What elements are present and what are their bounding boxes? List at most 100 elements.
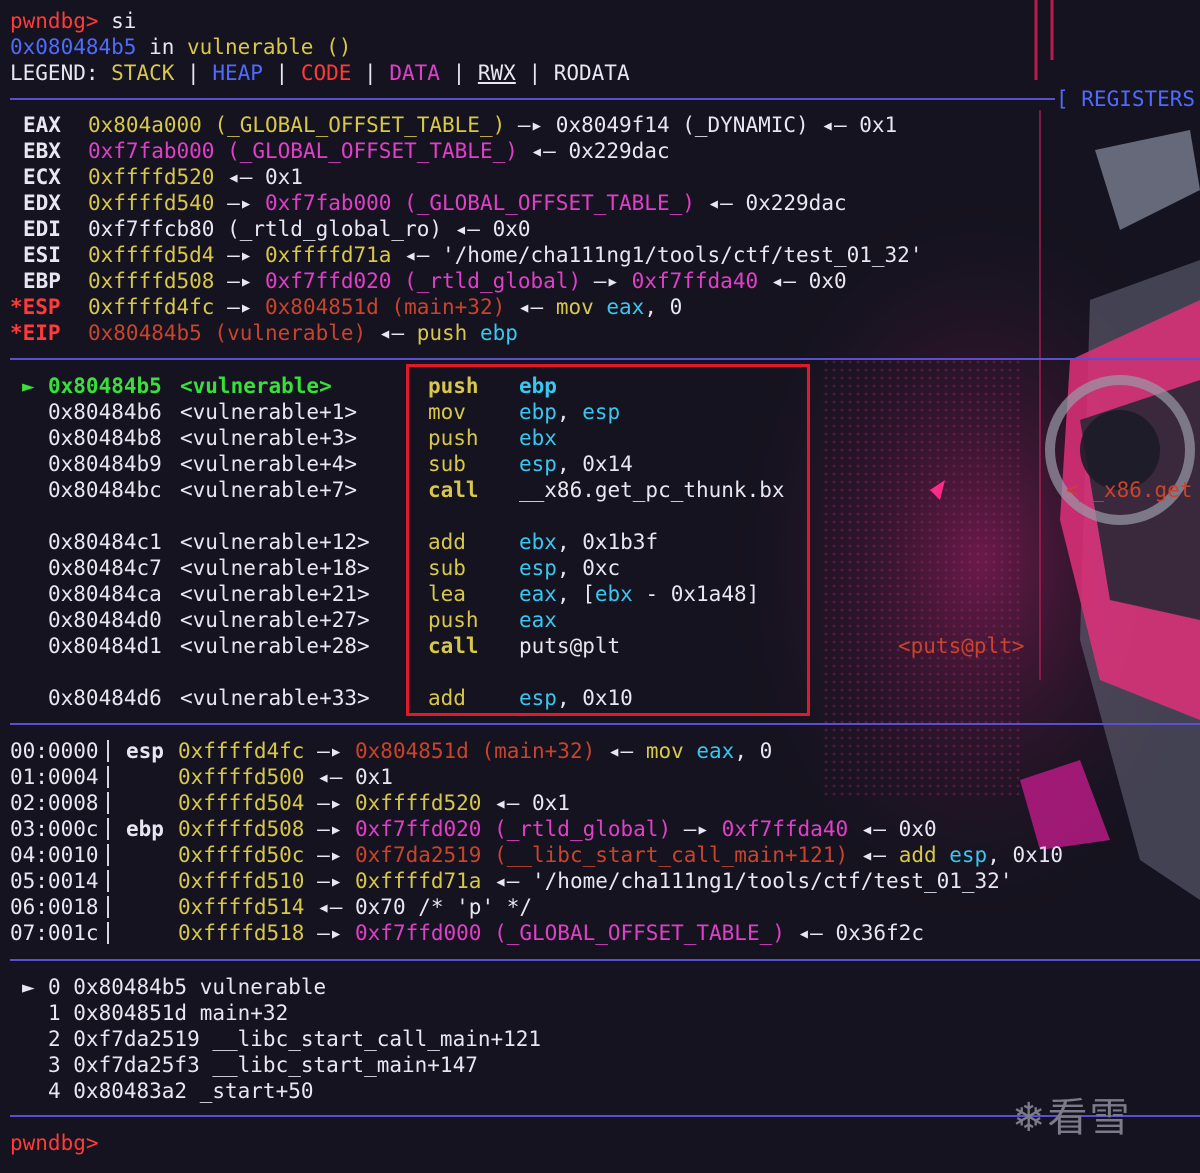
backtrace-frame: 3 0xf7da25f3 __libc_start_main+147 [48,1053,478,1077]
stack-index: 01:0004 [10,765,99,789]
backtrace-row: ► 0 0x80484b5 vulnerable [10,974,326,1000]
legend-separator: | [174,61,213,85]
register-row: EDI 0xf7ffcb80 (_rtld_global_ro) ◂— 0x0 [10,216,531,242]
register-value: ◂— [366,321,417,345]
register-name: ESI [23,243,61,267]
instruction-symbol: <vulnerable+12> [180,530,370,554]
stack-value: ◂— 0x1 [304,765,393,789]
backtrace-frame: 0 0x80484b5 vulnerable [48,975,327,999]
register-row: EDX 0xffffd540 —▸ 0xf7fab000 (_GLOBAL_OFF… [10,190,847,216]
instruction-address: 0x80484d0 [48,608,162,632]
location-address: 0x080484b5 [10,35,137,59]
stack-value: ◂— 0x70 /* 'p' */ [304,895,533,919]
register-row: *ESP 0xffffd4fc —▸ 0x804851d (main+32) ◂—… [10,294,682,320]
current-instruction-marker: ► [22,374,35,398]
register-value: ◂— 0x229dac [517,139,670,163]
stack-value: 0xffffd504 [178,791,305,815]
instruction-address: 0x80484c7 [48,556,162,580]
stack-value: —▸ [671,817,722,841]
register-row: ESI 0xffffd5d4 —▸ 0xffffd71a ◂— '/home/ch… [10,242,922,268]
legend-heap: HEAP [212,61,263,85]
register-value: ◂— [505,295,556,319]
stack-value: , 0 [734,739,773,763]
stack-row: 04:0010 0xffffd50c —▸ 0xf7da2519 (__libc_… [10,842,1063,868]
stack-row: 06:0018 0xffffd514 ◂— 0x70 /* 'p' */ [10,894,532,920]
stack-value: 0xf7ffd020 (_rtld_global) [355,817,672,841]
highlight-box [406,364,810,716]
stack-row: 05:0014 0xffffd510 —▸ 0xffffd71a ◂— '/hom… [10,868,1012,894]
stack-row: 03:000c ebp 0xffffd508 —▸ 0xf7ffd020 (_rtl… [10,816,937,842]
backtrace-frame: 1 0x804851d main+32 [48,1001,289,1025]
legend-label: LEGEND: [10,61,112,85]
instruction-address: 0x80484b6 [48,400,162,424]
register-name: EAX [23,113,61,137]
stack-divider [107,896,109,918]
stack-value: 0xffffd518 [178,921,305,945]
register-row: *EIP 0x80484b5 (vulnerable) ◂— push ebp [10,320,518,346]
stack-value: 0xffffd514 [178,895,305,919]
instruction-address: 0x80484d6 [48,686,162,710]
stack-register: ebp [126,817,164,841]
terminal[interactable]: pwndbg> si 0x080484b5 in vulnerable () L… [0,0,1200,1173]
stack-value: —▸ [304,817,356,841]
legend-line: LEGEND: STACK | HEAP | CODE | DATA | RWX… [10,60,630,86]
register-value: 0x80484b5 (vulnerable) [88,321,367,345]
prompt-line: pwndbg> si [10,8,136,34]
register-value: 0xf7fab000 [88,139,215,163]
instruction-address: 0x80484b8 [48,426,162,450]
instruction-symbol: <vulnerable+1> [180,400,358,424]
prompt-line-bottom[interactable]: pwndbg> [10,1130,99,1156]
stack-divider [107,922,109,944]
register-value: 0x804a000 [88,113,202,137]
stack-value: ◂— [848,843,899,867]
stack-register: esp [126,739,164,763]
register-value: , 0 [644,295,683,319]
legend-separator: | [262,61,301,85]
instruction-symbol: <vulnerable+27> [180,608,370,632]
location-in: in [136,35,188,59]
register-value: 0xffffd540 [88,191,215,215]
stack-divider [107,792,109,814]
prompt-label: pwndbg> [10,1131,99,1155]
instruction-address: 0x80484c1 [48,530,162,554]
register-value: —▸ [214,269,266,293]
register-value: eax [606,295,645,319]
stack-separator [10,723,1200,725]
instruction-symbol: <vulnerable+7> [180,478,358,502]
stack-value: 0xffffd520 [355,791,482,815]
instruction-address: 0x80484b5 [48,374,162,398]
legend-data: DATA [389,61,440,85]
stack-value: 0xffffd71a [355,869,482,893]
register-value: —▸ 0x8049f14 (_DYNAMIC) ◂— 0x1 [505,113,898,137]
instruction-address: 0x80484ca [48,582,162,606]
register-row: EAX 0x804a000 (_GLOBAL_OFFSET_TABLE_) —▸ … [10,112,897,138]
backtrace-row: 4 0x80483a2 _start+50 [10,1078,314,1104]
stack-value: —▸ [304,843,356,867]
stack-value: 0xf7da2519 (__libc_start_call_main+121) [355,843,849,867]
registers-header: [ REGISTERS [1056,87,1196,111]
stack-value: 0xf7ffd000 (_GLOBAL_OFFSET_TABLE_) [355,921,785,945]
stack-value: 0xffffd500 [178,765,305,789]
register-value: (_GLOBAL_OFFSET_TABLE_) [214,139,518,163]
register-value: 0xffffd4fc [88,295,215,319]
backtrace-separator [10,959,1200,961]
register-value: ◂— '/home/cha111ng1/tools/ctf/test_01_32… [391,243,923,267]
register-name: EBP [23,269,61,293]
backtrace-row: 1 0x804851d main+32 [10,1000,288,1026]
register-value: ebp [479,321,518,345]
register-value: 0xf7ffcb80 (_rtld_global_ro) ◂— 0x0 [88,217,531,241]
stack-value: —▸ [304,921,356,945]
stack-row: 02:0008 0xffffd504 —▸ 0xffffd520 ◂— 0x1 [10,790,570,816]
instruction-address: 0x80484d1 [48,634,162,658]
instruction-symbol: <vulnerable+3> [180,426,358,450]
register-value: 0xf7ffda40 [631,269,759,293]
stack-value: —▸ [304,791,356,815]
stack-value: —▸ [304,739,356,763]
backtrace-row: 3 0xf7da25f3 __libc_start_main+147 [10,1052,478,1078]
register-row: EBP 0xffffd508 —▸ 0xf7ffd020 (_rtld_globa… [10,268,847,294]
stack-index: 03:000c [10,817,99,841]
register-value: 0xffffd508 [88,269,215,293]
registers-separator [10,98,1055,100]
stack-value: ◂— 0x1 [481,791,570,815]
legend-rwx: RWX [477,61,516,85]
